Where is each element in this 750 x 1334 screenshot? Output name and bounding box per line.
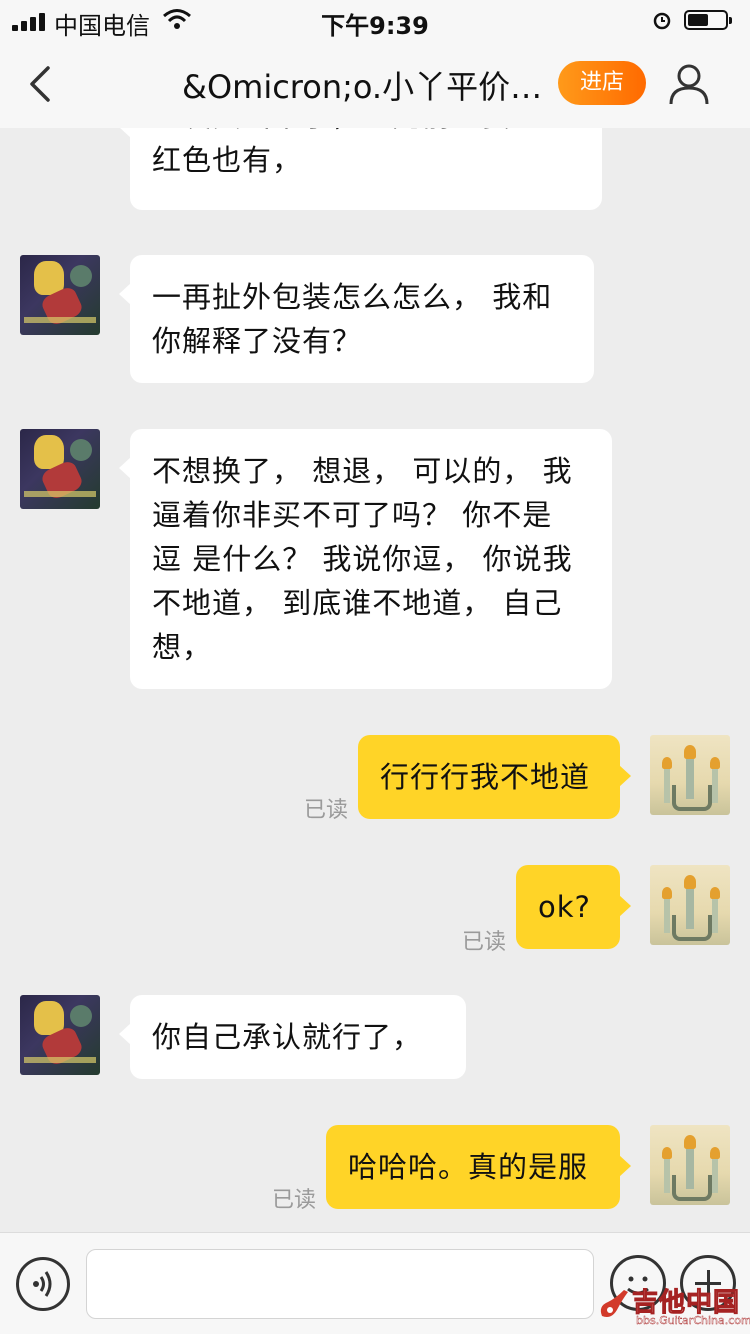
message-bubble[interactable]: 哈哈哈。真的是服	[326, 1125, 631, 1209]
watermark-url: bbs.GuitarChina.com	[636, 1314, 750, 1327]
alarm-icon	[653, 12, 671, 30]
contact-avatar[interactable]	[20, 429, 100, 509]
message-line: 一再扯外包装怎么怎么， 我和	[152, 280, 553, 314]
message-line: 行行行我不地道	[380, 760, 591, 794]
read-receipt: 已读	[304, 798, 349, 823]
guitar-logo-icon	[600, 1290, 628, 1317]
message-line: ok?	[538, 890, 591, 924]
enter-shop-button[interactable]: 进店	[558, 61, 646, 105]
message-input[interactable]	[86, 1249, 594, 1319]
message-list[interactable]: 红发货出来了，您先前想要的 红色也有， 一再扯外包装怎么怎么， 我和 你解释了没…	[0, 128, 750, 1232]
status-bar: 中国电信 下午9:39	[0, 0, 750, 40]
message-line: 你自己承认就行了，	[152, 1020, 423, 1054]
my-avatar[interactable]	[650, 1125, 730, 1205]
back-icon[interactable]	[22, 60, 62, 108]
message-bubble[interactable]: 行行行我不地道	[358, 735, 631, 819]
battery-icon	[684, 10, 732, 30]
contact-avatar[interactable]	[20, 995, 100, 1075]
message-line: 哈哈哈。真的是服	[348, 1150, 589, 1184]
message-line: 不想换了， 想退， 可以的， 我	[152, 454, 573, 488]
chat-title: &Omicron;o.小丫平价…	[182, 68, 543, 106]
contact-avatar[interactable]	[20, 255, 100, 335]
message-line: 逼着你非买不可了吗？ 你不是	[152, 498, 553, 532]
my-avatar[interactable]	[650, 865, 730, 945]
read-receipt: 已读	[462, 930, 507, 955]
clock: 下午9:39	[321, 12, 429, 40]
message-bubble[interactable]: 你自己承认就行了，	[119, 995, 466, 1079]
message-bubble[interactable]: ok?	[516, 865, 631, 949]
profile-icon[interactable]	[668, 62, 710, 106]
watermark: 吉他中国 bbs.GuitarChina.com	[596, 1282, 750, 1334]
message-line: 想，	[152, 630, 213, 664]
message-bubble[interactable]: 红发货出来了，您先前想要的 红色也有，	[119, 128, 602, 210]
message-line: 不地道， 到底谁不地道， 自己	[152, 586, 563, 620]
voice-icon	[33, 1271, 52, 1297]
voice-input-button[interactable]	[16, 1257, 70, 1311]
message-line: 逗 是什么？ 我说你逗， 你说我	[152, 542, 573, 576]
message-line: 你解释了没有？	[152, 324, 363, 358]
message-line: 红发货出来了，您先前想要的	[152, 128, 580, 138]
chat-header: &Omicron;o.小丫平价… 进店	[0, 40, 750, 128]
my-avatar[interactable]	[650, 735, 730, 815]
message-bubble[interactable]: 不想换了， 想退， 可以的， 我 逼着你非买不可了吗？ 你不是 逗 是什么？ 我…	[119, 429, 612, 689]
message-line: 红色也有，	[152, 143, 303, 177]
read-receipt: 已读	[272, 1188, 317, 1213]
message-bubble[interactable]: 一再扯外包装怎么怎么， 我和 你解释了没有？	[119, 255, 594, 383]
